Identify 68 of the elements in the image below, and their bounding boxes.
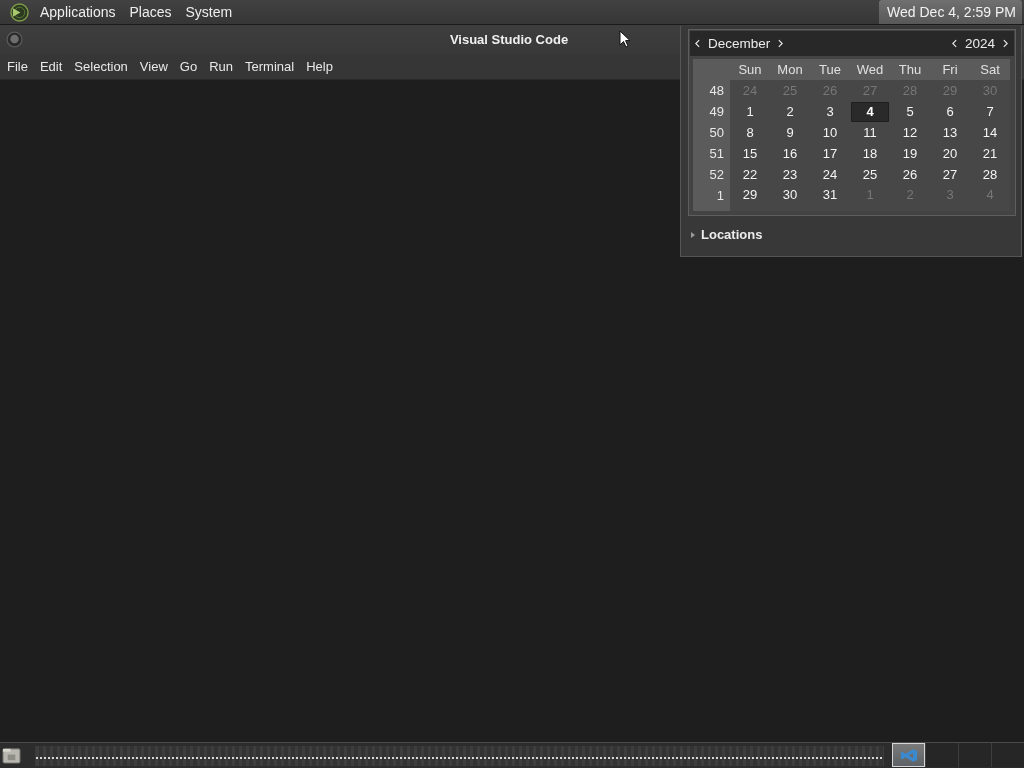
calendar-day[interactable]: 1 [731,101,769,122]
menu-item[interactable]: Run [203,55,239,78]
calendar-day[interactable]: 22 [731,164,769,185]
chevron-right-icon[interactable] [1003,39,1008,48]
calendar-day[interactable]: 12 [891,122,929,143]
week-number: 1 [716,187,724,205]
panel-menu[interactable]: Places [122,0,179,24]
menu-item[interactable]: Selection [68,55,134,78]
chevron-left-icon[interactable] [695,39,700,48]
calendar-day[interactable]: 2 [771,101,809,122]
locations-label[interactable]: Locations [701,227,763,242]
panel-menu[interactable]: System [178,0,240,24]
calendar-day[interactable]: 24 [811,164,849,185]
calendar-day[interactable]: 18 [851,143,889,164]
calendar-day[interactable]: 9 [771,122,809,143]
calendar-day[interactable]: 19 [891,143,929,164]
menu-item[interactable]: View [133,55,174,78]
week-number: 50 [709,124,724,142]
window-title: Visual Studio Code [449,32,569,47]
weekday-label: Sat [979,61,1001,79]
calendar-day[interactable]: 3 [811,101,849,122]
menu-item[interactable]: File [1,55,34,78]
calendar-day[interactable]: 25 [851,164,889,185]
weekday-label: Tue [818,61,842,79]
chevron-right-icon[interactable] [778,39,784,48]
menu-item[interactable]: Go [173,55,204,78]
calendar-day[interactable]: 5 [891,101,929,122]
week-number: 51 [709,145,724,163]
week-number: 48 [709,82,724,100]
calendar-day[interactable]: 11 [851,122,889,143]
calendar-day[interactable]: 17 [811,143,849,164]
calendar-day[interactable]: 10 [811,122,849,143]
calendar-day[interactable]: 7 [971,101,1009,122]
app-icon [899,747,918,763]
calendar-day[interactable]: 15 [731,143,769,164]
calendar-day[interactable]: 4 [851,101,889,122]
mouse-pointer-icon [619,30,631,48]
week-number: 49 [709,103,724,121]
calendar-day[interactable]: 16 [771,143,809,164]
weekday-label: Wed [855,61,885,79]
menu-item[interactable]: Edit [33,55,69,78]
weekday-label: Thu [897,61,923,79]
calendar-day[interactable]: 20 [931,143,969,164]
menu-item[interactable]: Terminal [239,55,301,78]
calendar-day[interactable]: 8 [731,122,769,143]
week-number: 52 [709,166,724,184]
clock[interactable]: Wed Dec 4, 2:59 PM [879,0,1022,24]
chevron-left-icon[interactable] [951,39,957,48]
window-menu-icon[interactable] [6,31,23,48]
expander-icon[interactable] [691,231,695,238]
panel-menu[interactable]: Applications [33,0,123,24]
calendar-day[interactable]: 6 [931,101,969,122]
calendar-day[interactable]: 26 [891,164,929,185]
play-circle-icon[interactable] [10,2,29,22]
month-label: December [708,36,771,51]
weekday-label: Mon [776,61,804,79]
calendar-day[interactable]: 27 [931,164,969,185]
taskbar-strip[interactable] [35,745,884,766]
calendar-day[interactable]: 13 [931,122,969,143]
desktop-icon[interactable] [2,746,21,765]
calendar-day[interactable]: 21 [971,143,1009,164]
calendar-day[interactable]: 28 [971,164,1009,185]
year-label: 2024 [964,36,995,51]
calendar-day[interactable]: 23 [771,164,809,185]
weekday-label: Sun [737,61,763,79]
calendar-day[interactable]: 14 [971,122,1009,143]
menu-item[interactable]: Help [300,55,339,78]
weekday-label: Fri [941,61,959,79]
